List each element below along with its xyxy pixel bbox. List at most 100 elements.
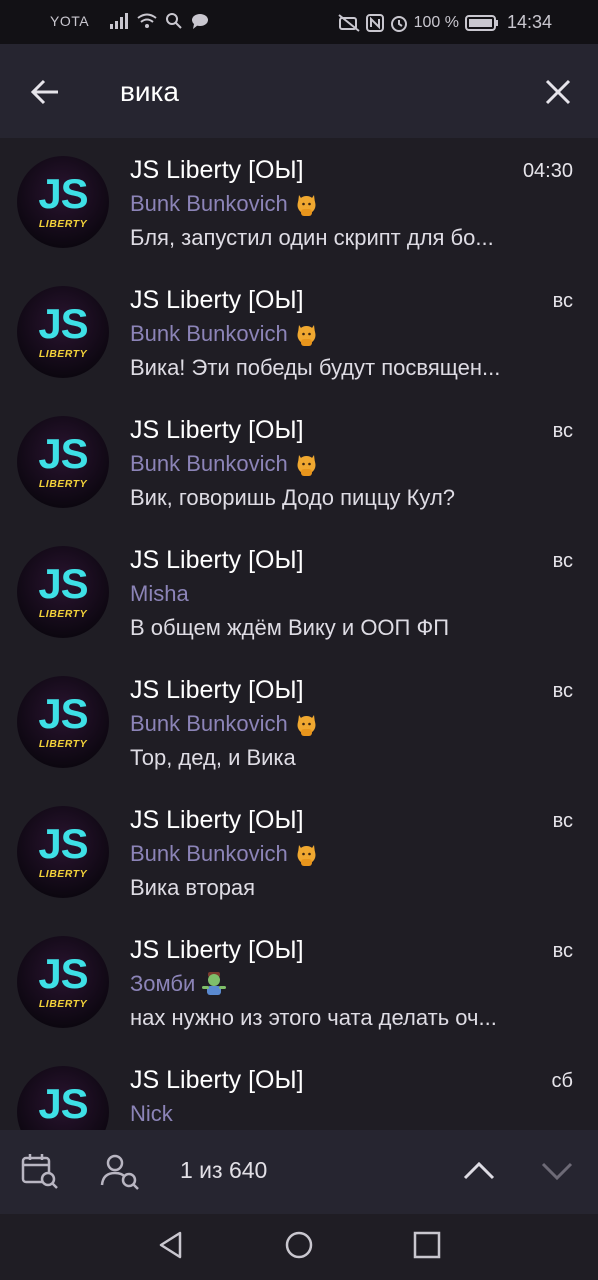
sender-name: Bunk Bunkovich — [130, 451, 320, 477]
message-preview: Тор, дед, и Вика — [130, 745, 296, 770]
avatar-logo-text: JS — [38, 300, 88, 347]
system-navigation-bar — [0, 1214, 598, 1280]
avatar-logo-subtext: LIBERTY — [38, 738, 88, 750]
avatar-logo-subtext: LIBERTY — [38, 348, 88, 360]
search-results-list: JS LIBERTY JS Liberty [ОЫ] 04:30 Bunk Bunkov… — [0, 138, 598, 1130]
chat-title: JS Liberty [ОЫ] — [130, 1066, 304, 1094]
sender-name: Bunk Bunkovich — [130, 321, 320, 347]
search-result-row[interactable]: JS LIBERTY JS Liberty [ОЫ] вс Misha В общем ж… — [0, 528, 598, 658]
close-icon — [545, 79, 571, 105]
previous-result-button[interactable] — [460, 1156, 498, 1191]
chevron-down-icon — [541, 1162, 573, 1181]
sender-name-text: Bunk Bunkovich — [130, 711, 288, 736]
search-header — [0, 44, 598, 138]
avatar-logo-subtext: LIBERTY — [38, 868, 88, 880]
sender-name-text: Bunk Bunkovich — [130, 451, 288, 476]
cat-emoji-icon — [297, 325, 316, 346]
chat-avatar: JSLIBERTY — [17, 416, 109, 508]
chat-avatar: JSLIBERTY — [17, 546, 109, 638]
message-preview: Вика вторая — [130, 875, 256, 900]
message-time: 04:30 — [522, 160, 573, 182]
message-time: вс — [552, 810, 573, 832]
zombie-emoji-icon — [202, 972, 227, 995]
chat-title: JS Liberty [ОЫ] — [130, 156, 304, 184]
avatar-logo-subtext: LIBERTY — [38, 998, 88, 1010]
sender-name-text: Misha — [130, 581, 189, 606]
battery-mute-icon — [337, 13, 360, 32]
message-preview: Вик, говоришь Додо пиццу Кул? — [130, 485, 456, 510]
nav-back-button[interactable] — [156, 1230, 186, 1265]
chat-title: JS Liberty [ОЫ] — [130, 936, 304, 964]
avatar-logo-subtext: LIBERTY — [38, 478, 88, 490]
carrier-label: YOTA — [50, 13, 90, 29]
result-counter: 1 из 640 — [180, 1157, 268, 1183]
calendar-search-icon — [21, 1154, 58, 1189]
sender-name: Bunk Bunkovich — [130, 711, 320, 737]
avatar-logo-text: JS — [38, 430, 88, 477]
search-result-row[interactable]: JS LIBERTY JS Liberty [ОЫ] вс Bunk Bunkovich… — [0, 398, 598, 528]
triangle-back-icon — [159, 1231, 182, 1259]
sender-name: Nick — [130, 1101, 173, 1127]
battery-percent: 100 % — [413, 13, 459, 31]
chat-title: JS Liberty [ОЫ] — [130, 286, 304, 314]
chat-avatar: JSLIBERTY — [17, 286, 109, 378]
sender-name-text: Зомби — [130, 971, 196, 996]
chat-title: JS Liberty [ОЫ] — [130, 416, 304, 444]
cat-emoji-icon — [297, 455, 316, 476]
search-input[interactable] — [120, 70, 500, 114]
sender-name: Misha — [130, 581, 189, 607]
message-preview: нах нужно из этого чата делать оч... — [130, 1005, 497, 1030]
avatar-logo-subtext: LIBERTY — [38, 608, 88, 620]
sender-name-text: Bunk Bunkovich — [130, 191, 288, 216]
user-search-icon — [100, 1154, 139, 1190]
sender-name-text: Bunk Bunkovich — [130, 841, 288, 866]
chat-title: JS Liberty [ОЫ] — [130, 806, 304, 834]
sender-name-text: Bunk Bunkovich — [130, 321, 288, 346]
square-recents-icon — [413, 1231, 441, 1259]
message-time: вс — [552, 940, 573, 962]
message-preview: В общем ждём Вику и ООП ФП — [130, 615, 450, 640]
status-clock: 14:34 — [506, 12, 552, 32]
search-result-row[interactable]: JS LIBERTY JS Liberty [ОЫ] вс Bunk Bunkovich… — [0, 788, 598, 918]
sender-name: Bunk Bunkovich — [130, 841, 320, 867]
status-bar: YOTA 100 % 14:34 — [0, 0, 598, 44]
message-preview: Вика! Эти победы будут посвящен... — [130, 355, 501, 380]
chat-title: JS Liberty [ОЫ] — [130, 676, 304, 704]
next-result-button[interactable] — [538, 1156, 576, 1191]
search-result-row[interactable]: JS LIBERTY JS Liberty [ОЫ] вс Bunk Bunkovich… — [0, 658, 598, 788]
search-result-row[interactable]: JS LIBERTY JS Liberty [ОЫ] вс Зомби нах нужно… — [0, 918, 598, 1048]
avatar-logo-text: JS — [38, 820, 88, 867]
clear-search-button[interactable] — [538, 72, 578, 112]
avatar-logo-subtext: LIBERTY — [38, 218, 88, 230]
message-preview: Бля, запустил один скрипт для бо... — [130, 225, 494, 250]
chat-avatar: JSLIBERTY — [17, 156, 109, 248]
chat-avatar: JSLIBERTY — [17, 676, 109, 768]
avatar-logo-text: JS — [38, 170, 88, 217]
wifi-icon — [137, 13, 157, 29]
cat-emoji-icon — [297, 715, 316, 736]
circle-home-icon — [285, 1231, 313, 1259]
avatar-logo-text: JS — [38, 1080, 88, 1127]
chevron-up-icon — [463, 1161, 495, 1180]
back-arrow-icon — [30, 79, 58, 105]
alarm-icon — [390, 14, 408, 32]
signal-icon — [109, 13, 129, 29]
avatar-logo-text: JS — [38, 950, 88, 997]
sender-name: Зомби — [130, 971, 227, 997]
cat-emoji-icon — [297, 195, 316, 216]
nav-home-button[interactable] — [284, 1230, 314, 1265]
sender-name: Bunk Bunkovich — [130, 191, 320, 217]
chat-avatar: JSLIBERTY — [17, 806, 109, 898]
nav-recents-button[interactable] — [412, 1230, 442, 1265]
search-result-row[interactable]: JS LIBERTY JS Liberty [ОЫ] вс Bunk Bunkovich… — [0, 268, 598, 398]
nfc-icon — [365, 13, 384, 32]
chat-title: JS Liberty [ОЫ] — [130, 546, 304, 574]
battery-icon — [464, 14, 499, 31]
user-search-button[interactable] — [100, 1152, 142, 1197]
search-result-row[interactable]: JS LIBERTY JS Liberty [ОЫ] 04:30 Bunk Bunkov… — [0, 138, 598, 268]
message-time: сб — [551, 1070, 573, 1092]
back-button[interactable] — [26, 74, 66, 110]
avatar-logo-text: JS — [38, 560, 88, 607]
search-result-row[interactable]: JSLIBERTY JS Liberty [ОЫ] сб Nick — [0, 1048, 598, 1130]
calendar-search-button[interactable] — [20, 1152, 60, 1197]
